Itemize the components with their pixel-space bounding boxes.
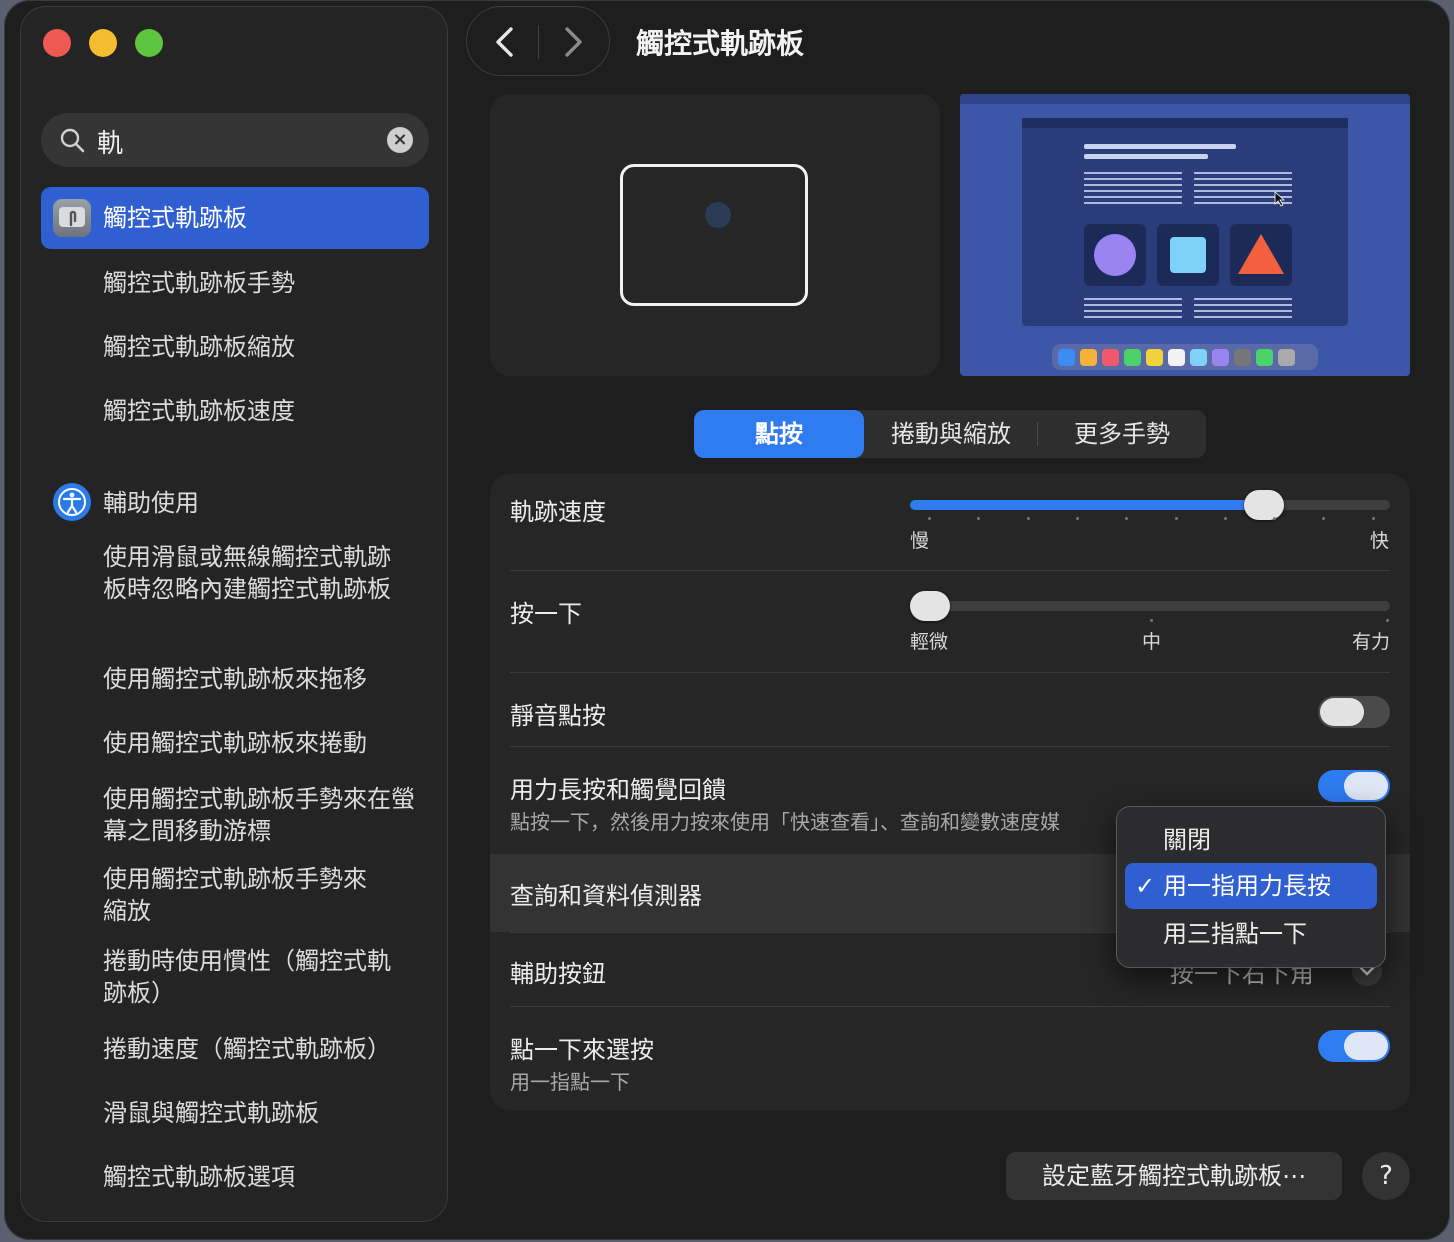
tracking-speed-tick (928, 517, 931, 520)
silent-click-label: 靜音點按 (510, 702, 606, 730)
sidebar: 軌 × 觸控式軌跡板 觸控式軌跡板手勢 觸控式軌跡板縮放 觸控式軌跡板速度 輔助… (20, 6, 448, 1222)
trackpad-preview (490, 94, 940, 376)
menu-item-label: 關閉 (1163, 826, 1211, 854)
back-forward-control (466, 6, 610, 76)
tracking-speed-label: 軌跡速度 (510, 498, 606, 526)
tracking-speed-tick (1075, 517, 1079, 520)
click-pressure-label: 按一下 (510, 600, 582, 628)
sidebar-item-label: 捲動時使用慣性（觸控式軌跡板） (103, 947, 391, 1007)
sidebar-item-label: 輔助使用 (103, 489, 199, 517)
sidebar-item-label: 捲動速度（觸控式軌跡板） (103, 1035, 391, 1063)
touch-point-icon (705, 202, 731, 228)
tab-more-gestures[interactable]: 更多手勢 (1038, 410, 1206, 458)
sidebar-item-label: 使用滑鼠或無線觸控式軌跡板時忽略內建觸控式軌跡板 (103, 543, 391, 603)
sidebar-item-label: 滑鼠與觸控式軌跡板 (103, 1099, 319, 1127)
sidebar-item-accessibility[interactable]: 輔助使用 (41, 483, 429, 523)
checkmark-icon: ✓ (1135, 872, 1156, 900)
click-pressure-slider[interactable] (910, 591, 1390, 621)
tab-scroll-and-zoom[interactable]: 捲動與縮放 (866, 410, 1036, 458)
minimize-window-button[interactable] (89, 29, 117, 57)
tab-point-and-click[interactable]: 點按 (694, 410, 864, 458)
close-window-button[interactable] (43, 29, 71, 57)
menu-item-label: 用一指用力長按 (1163, 872, 1331, 900)
forward-chevron-icon[interactable] (555, 23, 591, 61)
sidebar-item-ignore-builtin-trackpad[interactable]: 使用滑鼠或無線觸控式軌跡板時忽略內建觸控式軌跡板 (41, 541, 429, 641)
search-icon (60, 128, 85, 153)
tracking-speed-tick (1371, 517, 1375, 520)
menu-item-label: 用三指點一下 (1163, 920, 1307, 948)
accessibility-icon (53, 483, 91, 521)
sidebar-item-trackpad[interactable]: 觸控式軌跡板 (41, 187, 429, 249)
tap-to-click-toggle[interactable] (1318, 1030, 1390, 1062)
setup-bluetooth-trackpad-button[interactable]: 設定藍牙觸控式軌跡板⋯ (1006, 1152, 1342, 1200)
page-title: 觸控式軌跡板 (636, 27, 805, 60)
silent-click-toggle[interactable] (1318, 696, 1390, 728)
secondary-click-label: 輔助按鈕 (510, 960, 606, 988)
tracking-speed-tick (977, 517, 981, 520)
tracking-speed-knob[interactable] (1244, 490, 1285, 520)
trackpad-icon (53, 199, 91, 237)
desktop-preview-video (960, 94, 1410, 376)
lookup-popup-menu: 關閉 ✓ 用一指用力長按 用三指點一下 (1116, 806, 1386, 968)
help-button[interactable]: ? (1362, 1152, 1410, 1200)
tab-bar: 點按 捲動與縮放 更多手勢 (694, 410, 1206, 458)
search-field[interactable]: 軌 × (41, 113, 429, 167)
tracking-speed-min-label: 慢 (910, 530, 930, 552)
trackpad-illustration (620, 164, 808, 306)
force-click-description: 點按一下，然後用力按來使用「快速查看」、查詢和變數速度媒 (510, 810, 1060, 834)
sidebar-item-label: 觸控式軌跡板選項 (103, 1163, 295, 1191)
sidebar-item-label: 觸控式軌跡板速度 (103, 397, 295, 425)
tracking-speed-tick (1322, 517, 1326, 520)
tracking-speed-tick (1026, 517, 1030, 520)
click-pressure-firm-label: 有力 (1352, 631, 1391, 653)
sidebar-item-label: 使用觸控式軌跡板手勢來縮放 (103, 865, 367, 925)
sidebar-item-label: 觸控式軌跡板手勢 (103, 269, 295, 297)
zoom-window-button[interactable] (135, 29, 163, 57)
tracking-speed-tick (1125, 517, 1129, 520)
click-pressure-knob[interactable] (910, 591, 950, 621)
tracking-speed-tick (1174, 517, 1178, 520)
sidebar-item-label: 使用觸控式軌跡板來拖移 (103, 665, 367, 693)
menu-item-off[interactable]: 關閉 (1125, 817, 1377, 863)
tap-to-click-description: 用一指點一下 (510, 1070, 630, 1094)
sidebar-item-label: 觸控式軌跡板縮放 (103, 333, 295, 361)
click-pressure-light-label: 輕微 (910, 631, 949, 653)
sidebar-item-label: 觸控式軌跡板 (103, 204, 247, 232)
click-pressure-medium-label: 中 (1142, 631, 1162, 653)
xmark-circle-icon[interactable]: × (387, 127, 413, 153)
tracking-speed-max-label: 快 (1370, 530, 1390, 552)
search-input[interactable]: 軌 (97, 123, 123, 160)
menu-item-force-click-one-finger[interactable]: ✓ 用一指用力長按 (1125, 863, 1377, 909)
menu-item-tap-three-fingers[interactable]: 用三指點一下 (1125, 911, 1377, 957)
sidebar-item-label: 使用觸控式軌跡板手勢來在螢幕之間移動游標 (103, 785, 415, 845)
tap-to-click-label: 點一下來選按 (510, 1036, 654, 1064)
desktop-illustration (960, 94, 1410, 370)
force-click-label: 用力長按和觸覺回饋 (510, 776, 726, 804)
tracking-speed-slider[interactable] (910, 490, 1390, 520)
lookup-label: 查詢和資料偵測器 (510, 882, 702, 910)
tracking-speed-tick (1223, 517, 1227, 520)
settings-panel: 軌跡速度 慢 快 按一下 輕微 中 有力 靜音點按 用力長按和觸覺回饋 點按一下… (490, 474, 1410, 1110)
tracking-speed-tick (1273, 517, 1277, 520)
tracking-speed-fill (910, 500, 1265, 510)
back-chevron-icon[interactable] (487, 23, 523, 61)
sidebar-item-label: 使用觸控式軌跡板來捲動 (103, 729, 367, 757)
force-click-toggle[interactable] (1318, 770, 1390, 802)
settings-window: 軌 × 觸控式軌跡板 觸控式軌跡板手勢 觸控式軌跡板縮放 觸控式軌跡板速度 輔助… (4, 0, 1450, 1240)
